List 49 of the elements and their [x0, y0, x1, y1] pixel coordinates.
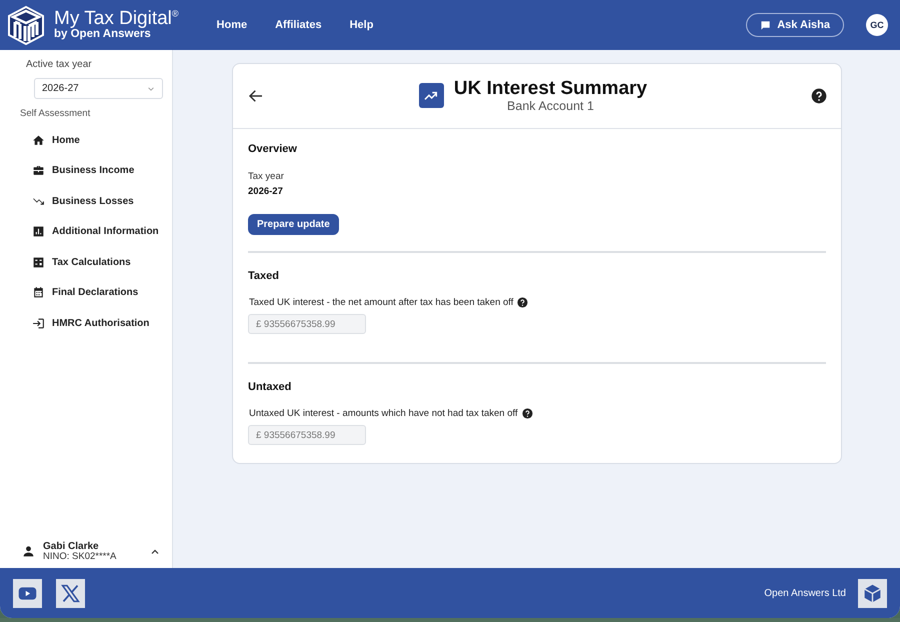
section-heading: Overview [248, 143, 298, 155]
prepare-update-button[interactable]: Prepare update [248, 214, 339, 235]
briefcase-icon [32, 164, 45, 178]
field-label: Taxed UK interest - the net amount after tax has been taken off [249, 297, 514, 308]
video-play-icon[interactable] [13, 578, 42, 608]
section-heading: Untaxed [248, 381, 292, 393]
cube-logo-icon [6, 5, 46, 45]
section-heading: Taxed [248, 270, 280, 282]
sidebar-item[interactable]: Additional Information [32, 216, 172, 247]
sidebar-item[interactable]: Final Declarations [32, 278, 172, 308]
user-nino: NINO: SK02****A [43, 552, 118, 563]
sidebar-item[interactable]: Business Income [32, 156, 172, 186]
field-label: Untaxed UK interest - amounts which have not had tax taken off [249, 408, 518, 419]
user-avatar[interactable]: GC [866, 14, 888, 36]
tax-year-dropdown[interactable]: 2026-27 [34, 78, 163, 99]
nav-link[interactable]: Help [350, 19, 374, 31]
house-icon [32, 134, 45, 147]
company-name: Open Answers Ltd [764, 588, 846, 598]
cube-icon[interactable] [858, 578, 887, 608]
chevron-down-icon [147, 84, 155, 92]
calendar-icon [32, 286, 45, 300]
amount-field[interactable]: £ 93556675358.99 [248, 425, 366, 445]
sidebar-item[interactable]: Tax Calculations [32, 247, 172, 278]
page-subtitle: Bank Account 1 [507, 100, 594, 114]
sidebar-item[interactable]: HMRC Authorisation [32, 308, 172, 338]
tax-year-value: 2026-27 [248, 186, 284, 197]
x-logo-icon[interactable] [56, 578, 85, 608]
sidebar-item[interactable]: Business Losses [32, 186, 172, 216]
calculator-icon [32, 256, 45, 269]
nav-link[interactable]: Home [216, 19, 248, 31]
section-label: Self Assessment [20, 108, 92, 119]
ask-assistant-button[interactable]: Ask Aisha [746, 13, 844, 37]
help-icon[interactable] [522, 408, 533, 419]
sidebar-item[interactable]: Home [32, 125, 172, 156]
brand-name: My Tax Digital$^{®}$ [54, 9, 179, 28]
bar-chart-icon [32, 225, 45, 238]
trend-up-icon [418, 83, 444, 108]
page-title: UK Interest Summary [454, 78, 648, 100]
person-icon [22, 545, 35, 558]
user-name: Gabi Clarke [43, 540, 100, 552]
field-label: Tax year [248, 171, 285, 182]
sign-in-icon [32, 316, 45, 330]
help-icon[interactable] [811, 88, 827, 104]
help-icon[interactable] [517, 297, 528, 308]
nav-link[interactable]: Affiliates [275, 19, 322, 31]
chat-bubble-icon [760, 20, 772, 30]
brand-tagline: by Open Answers [54, 29, 152, 41]
field-label: Active tax year [26, 59, 93, 70]
amount-field[interactable]: £ 93556675358.99 [248, 314, 366, 334]
